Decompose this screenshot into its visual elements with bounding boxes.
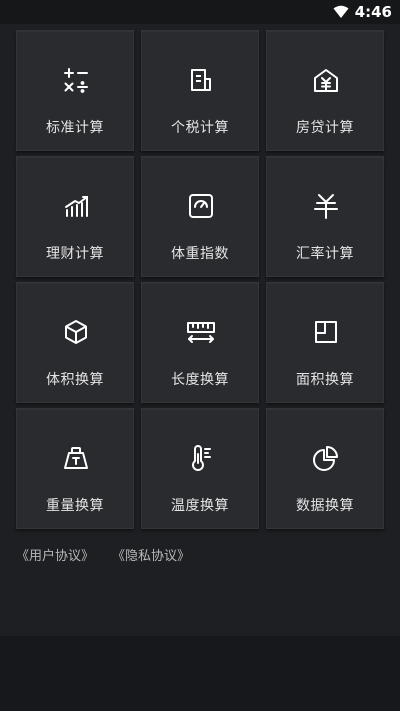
tile-data-convert[interactable]: 数据换算 [266,408,384,529]
tile-income-tax-calc[interactable]: 个税计算 [141,30,259,151]
bottom-area [0,636,400,711]
tile-label: 标准计算 [46,120,104,136]
scale-dial-icon [186,191,216,221]
tile-area-convert[interactable]: 面积换算 [266,282,384,403]
tile-standard-calc[interactable]: 标准计算 [16,30,134,151]
tile-length-convert[interactable]: 长度换算 [141,282,259,403]
status-time: 4:46 [354,3,392,21]
tile-label: 面积换算 [296,372,354,388]
calculator-grid: 标准计算 个税计算 房贷计算 理财计算 体重指数 汇率计算 体积换算 长度换算 … [16,30,384,529]
tile-finance-calc[interactable]: 理财计算 [16,156,134,277]
status-icons: 4:46 [333,2,392,22]
tile-label: 理财计算 [46,246,104,262]
house-yen-icon [311,65,341,95]
tile-temperature-convert[interactable]: 温度换算 [141,408,259,529]
tile-mortgage-calc[interactable]: 房贷计算 [266,30,384,151]
tile-weight-convert[interactable]: 重量换算 [16,408,134,529]
tile-label: 体积换算 [46,372,104,388]
tile-label: 房贷计算 [296,120,354,136]
wifi-icon [333,5,349,19]
pie-chart-icon [311,443,341,473]
footer-links: 《用户协议》 《隐私协议》 [16,545,190,564]
privacy-agreement-link[interactable]: 《隐私协议》 [112,545,190,564]
area-square-icon [311,317,341,347]
calculator-symbols-icon [61,65,91,95]
tile-label: 长度换算 [171,372,229,388]
ruler-icon [186,317,216,347]
growth-chart-icon [61,191,91,221]
tile-label: 重量换算 [46,498,104,514]
tile-label: 数据换算 [296,498,354,514]
tile-label: 温度换算 [171,498,229,514]
main-content: 标准计算 个税计算 房贷计算 理财计算 体重指数 汇率计算 体积换算 长度换算 … [0,24,400,636]
tile-label: 个税计算 [171,120,229,136]
tile-exchange-rate-calc[interactable]: 汇率计算 [266,156,384,277]
tile-volume-convert[interactable]: 体积换算 [16,282,134,403]
tax-document-icon [186,65,216,95]
user-agreement-link[interactable]: 《用户协议》 [16,545,94,564]
thermometer-icon [186,443,216,473]
tile-label: 汇率计算 [296,246,354,262]
weight-icon [61,443,91,473]
status-bar: 4:46 [0,0,400,24]
tile-label: 体重指数 [171,246,229,262]
cube-icon [61,317,91,347]
tile-bmi-calc[interactable]: 体重指数 [141,156,259,277]
yen-icon [311,191,341,221]
